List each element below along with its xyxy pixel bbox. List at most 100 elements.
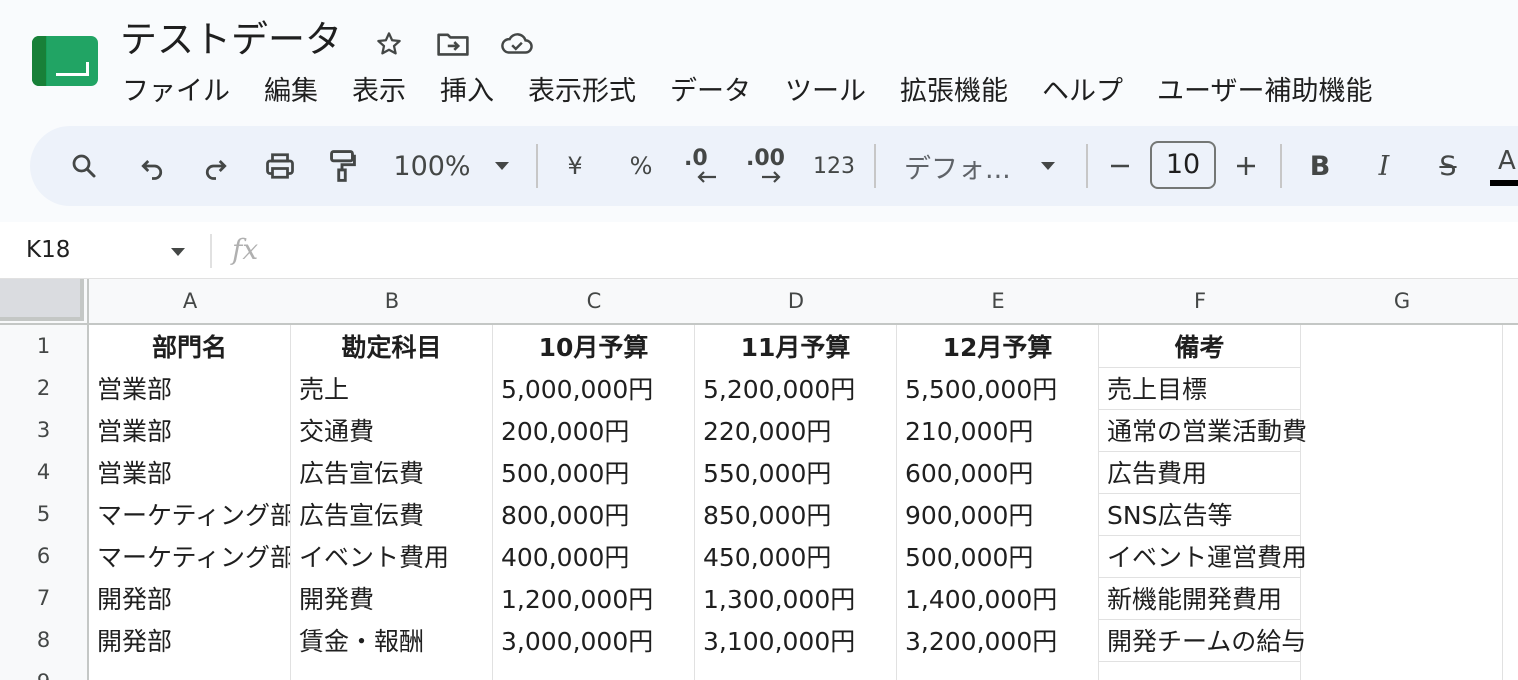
menu-edit[interactable]: 編集 [264, 72, 318, 112]
menu-insert[interactable]: 挿入 [440, 72, 494, 112]
decrease-font-size-icon[interactable] [1104, 126, 1136, 206]
currency-format-button[interactable]: ¥ [560, 126, 590, 206]
menu-accessibility[interactable]: ユーザー補助機能 [1157, 72, 1372, 112]
document-title[interactable]: テストデータ [120, 16, 342, 64]
menu-tools[interactable]: ツール [785, 72, 866, 112]
table-cell[interactable] [291, 661, 493, 680]
increase-decimal-button[interactable]: .00 [746, 126, 790, 206]
column-header-d[interactable]: D [695, 279, 898, 325]
header-cell[interactable]: 12月予算 [897, 325, 1099, 368]
column-header-e[interactable]: E [897, 279, 1100, 325]
table-cell[interactable]: 5,500,000円 [897, 367, 1099, 410]
decrease-decimal-button[interactable]: .0 [682, 126, 722, 206]
row-header-1[interactable]: 1 [0, 325, 89, 368]
table-cell[interactable]: 営業部 [89, 367, 291, 410]
row-header-6[interactable]: 6 [0, 535, 89, 578]
menu-view[interactable]: 表示 [352, 72, 406, 112]
italic-button[interactable]: I [1368, 126, 1400, 206]
text-color-button[interactable]: A [1490, 126, 1518, 206]
row-header-4[interactable]: 4 [0, 451, 89, 494]
table-cell[interactable]: 800,000円 [493, 493, 695, 536]
font-dropdown-icon[interactable] [1036, 126, 1060, 206]
table-cell[interactable]: イベント費用 [291, 535, 493, 578]
table-cell[interactable] [897, 661, 1099, 680]
table-cell[interactable]: 1,200,000円 [493, 577, 695, 620]
table-cell[interactable] [89, 661, 291, 680]
table-cell[interactable] [1503, 577, 1518, 620]
paint-format-icon[interactable] [322, 126, 362, 206]
formula-input[interactable] [280, 222, 1510, 278]
table-cell[interactable]: 開発費 [291, 577, 493, 620]
table-cell[interactable] [1099, 661, 1301, 680]
redo-icon[interactable] [196, 126, 236, 206]
table-cell[interactable]: 850,000円 [695, 493, 897, 536]
table-cell[interactable]: 売上 [291, 367, 493, 410]
bold-button[interactable]: B [1304, 126, 1336, 206]
table-cell[interactable]: 営業部 [89, 451, 291, 494]
table-cell[interactable]: 交通費 [291, 409, 493, 452]
table-cell[interactable] [1503, 367, 1518, 410]
table-cell[interactable] [1301, 451, 1503, 494]
menu-format[interactable]: 表示形式 [528, 72, 636, 112]
table-cell[interactable]: SNS広告等 [1099, 493, 1301, 536]
table-cell[interactable]: マーケティング部 [89, 535, 291, 578]
table-cell[interactable]: 3,200,000円 [897, 619, 1099, 662]
table-cell[interactable]: 500,000円 [897, 535, 1099, 578]
menu-file[interactable]: ファイル [122, 72, 230, 112]
table-cell[interactable]: 1,400,000円 [897, 577, 1099, 620]
increase-font-size-icon[interactable] [1230, 126, 1262, 206]
column-header-a[interactable]: A [89, 279, 292, 325]
table-cell[interactable] [1301, 409, 1503, 452]
table-cell[interactable] [1301, 535, 1503, 578]
table-cell[interactable] [1301, 577, 1503, 620]
column-header-g[interactable]: G [1301, 279, 1504, 325]
row-header-8[interactable]: 8 [0, 619, 89, 662]
table-cell[interactable]: 550,000円 [695, 451, 897, 494]
row-header-7[interactable]: 7 [0, 577, 89, 620]
more-formats-button[interactable]: 123 [812, 126, 856, 206]
menu-extensions[interactable]: 拡張機能 [900, 72, 1008, 112]
zoom-dropdown-icon[interactable] [490, 126, 514, 206]
header-cell[interactable]: 10月予算 [493, 325, 695, 368]
select-all-corner[interactable] [0, 279, 89, 325]
table-cell[interactable]: マーケティング部 [89, 493, 291, 536]
font-size-input[interactable]: 10 [1150, 141, 1216, 189]
zoom-select[interactable]: 100% [390, 126, 474, 206]
row-header-2[interactable]: 2 [0, 367, 89, 410]
table-cell[interactable] [1301, 619, 1503, 662]
table-cell[interactable]: 新機能開発費用 [1099, 577, 1301, 620]
name-box[interactable]: K18 [26, 222, 70, 278]
table-cell[interactable]: 900,000円 [897, 493, 1099, 536]
table-cell[interactable]: 広告費用 [1099, 451, 1301, 494]
table-cell[interactable] [1503, 325, 1518, 368]
row-header-9[interactable]: 9 [0, 661, 89, 680]
strikethrough-button[interactable]: S [1432, 126, 1464, 206]
table-cell[interactable]: 通常の営業活動費 [1099, 409, 1307, 452]
table-cell[interactable] [695, 661, 897, 680]
row-header-3[interactable]: 3 [0, 409, 89, 452]
cloud-saved-icon[interactable] [500, 27, 534, 61]
table-cell[interactable]: 開発部 [89, 619, 291, 662]
table-cell[interactable]: 開発部 [89, 577, 291, 620]
percent-format-button[interactable]: % [624, 126, 658, 206]
table-cell[interactable]: 210,000円 [897, 409, 1099, 452]
table-cell[interactable] [1301, 493, 1503, 536]
table-cell[interactable] [1503, 493, 1518, 536]
table-cell[interactable] [1503, 535, 1518, 578]
row-header-5[interactable]: 5 [0, 493, 89, 536]
name-box-dropdown-icon[interactable] [170, 242, 186, 261]
header-cell[interactable]: 備考 [1099, 325, 1301, 368]
table-cell[interactable]: 広告宣伝費 [291, 493, 493, 536]
table-cell[interactable]: 3,000,000円 [493, 619, 695, 662]
search-menus-icon[interactable] [64, 126, 104, 206]
table-cell[interactable]: 営業部 [89, 409, 291, 452]
move-folder-icon[interactable] [436, 27, 470, 61]
table-cell[interactable]: 3,100,000円 [695, 619, 897, 662]
undo-icon[interactable] [132, 126, 172, 206]
column-header-b[interactable]: B [291, 279, 494, 325]
table-cell[interactable] [1503, 619, 1518, 662]
menu-help[interactable]: ヘルプ [1042, 72, 1123, 112]
table-cell[interactable]: 1,300,000円 [695, 577, 897, 620]
column-header-f[interactable]: F [1099, 279, 1302, 325]
table-cell[interactable]: 5,200,000円 [695, 367, 897, 410]
